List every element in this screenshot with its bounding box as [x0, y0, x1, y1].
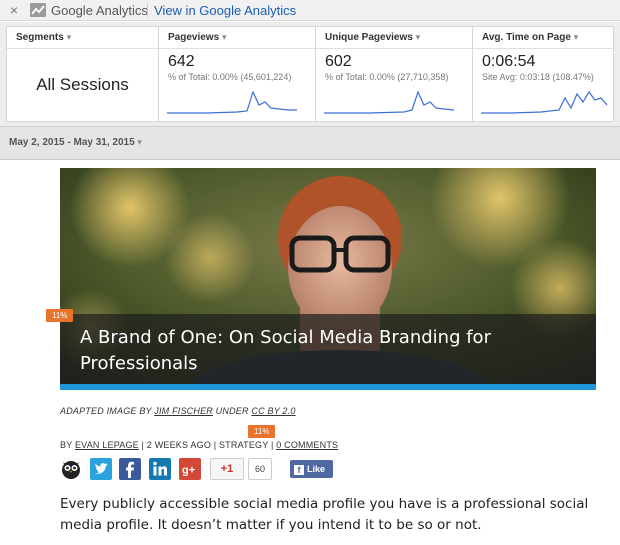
image-credit: ADAPTED IMAGE BY JIM FISCHER UNDER CC BY… [60, 406, 296, 416]
facebook-icon[interactable] [119, 458, 141, 480]
product-name: Google Analytics [51, 3, 148, 18]
pageviews-value: 642 [168, 53, 195, 70]
article-hero-image[interactable]: A Brand of One: On Social Media Branding… [60, 168, 596, 390]
pageviews-sparkline [167, 90, 297, 114]
svg-text:g+: g+ [182, 465, 195, 477]
chevron-down-icon: ▾ [66, 32, 72, 42]
unique-pageviews-column[interactable]: Unique Pageviews ▾ 602 % of Total: 0.00%… [315, 26, 473, 122]
google-plus-count: 60 [248, 458, 272, 480]
close-icon[interactable]: × [10, 2, 18, 18]
post-age: 2 WEEKS AGO [146, 440, 212, 450]
divider [147, 3, 148, 17]
chevron-down-icon: ▾ [573, 32, 579, 42]
date-range[interactable]: May 2, 2015 - May 31, 2015 ▾ [9, 137, 142, 148]
pageviews-subtext: % of Total: 0.00% (45,601,224) [168, 72, 292, 82]
unique-pageviews-value: 602 [325, 53, 352, 70]
metrics-panel: Segments ▾ All Sessions Pageviews ▾ 642 … [0, 22, 620, 126]
analytics-logo-icon [30, 3, 46, 17]
linkedin-icon[interactable] [149, 458, 171, 480]
analytics-toolbar: × Google Analytics View in Google Analyt… [0, 0, 620, 21]
facebook-like-button[interactable]: f Like [290, 460, 333, 478]
category-link[interactable]: STRATEGY [219, 440, 268, 450]
unique-pageviews-header[interactable]: Unique Pageviews ▾ [316, 27, 472, 49]
hero-title-overlay: A Brand of One: On Social Media Branding… [60, 314, 596, 384]
unique-pageviews-subtext: % of Total: 0.00% (27,710,358) [325, 72, 449, 82]
chevron-down-icon: ▾ [415, 32, 421, 42]
hero-accent-bar [60, 384, 596, 390]
avg-time-header[interactable]: Avg. Time on Page ▾ [473, 27, 613, 49]
avg-time-value: 0:06:54 [482, 53, 536, 70]
click-percentage-badge: 11% [46, 309, 74, 322]
share-bar: g+ +1 60 f Like [60, 458, 360, 480]
pageviews-column[interactable]: Pageviews ▾ 642 % of Total: 0.00% (45,60… [158, 26, 316, 122]
segments-column[interactable]: Segments ▾ All Sessions [6, 26, 159, 122]
avg-time-subtext: Site Avg: 0:03:18 (108.47%) [482, 72, 594, 82]
google-plus-one-button[interactable]: +1 [210, 458, 244, 480]
date-range-bar[interactable]: May 2, 2015 - May 31, 2015 ▾ [0, 126, 620, 160]
article-byline: BY EVAN LEPAGE | 2 WEEKS AGO | STRATEGY … [60, 440, 339, 450]
avg-time-sparkline [481, 90, 608, 114]
author-link[interactable]: EVAN LEPAGE [75, 440, 139, 450]
license-link[interactable]: CC BY 2.0 [251, 406, 295, 416]
photographer-link[interactable]: JIM FISCHER [154, 406, 213, 416]
segments-header[interactable]: Segments ▾ [7, 27, 158, 49]
comments-link[interactable]: 0 COMMENTS [276, 440, 338, 450]
hootsuite-icon[interactable] [60, 458, 82, 480]
facebook-icon: f [294, 465, 304, 475]
pageviews-header[interactable]: Pageviews ▾ [159, 27, 315, 49]
google-plus-icon[interactable]: g+ [179, 458, 201, 480]
avg-time-column[interactable]: Avg. Time on Page ▾ 0:06:54 Site Avg: 0:… [472, 26, 614, 122]
chevron-down-icon: ▾ [221, 32, 227, 42]
twitter-icon[interactable] [90, 458, 112, 480]
article-body: Every publicly accessible social media p… [60, 496, 589, 533]
chevron-down-icon: ▾ [137, 137, 142, 147]
unique-pageviews-sparkline [324, 90, 455, 114]
segment-label: All Sessions [36, 75, 129, 94]
article-title[interactable]: A Brand of One: On Social Media Branding… [80, 325, 580, 377]
view-in-analytics-link[interactable]: View in Google Analytics [154, 3, 296, 18]
click-percentage-badge: 11% [248, 425, 276, 438]
